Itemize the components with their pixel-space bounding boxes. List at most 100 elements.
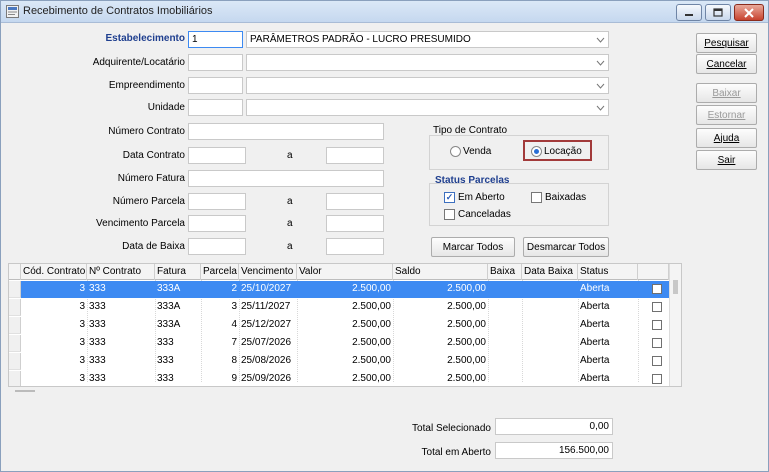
- table-row[interactable]: 3 333 333 8 25/08/2026 2.500,00 2.500,00 Aberta: [9, 353, 669, 370]
- estabelecimento-select[interactable]: PARÂMETROS PADRÃO - LUCRO PRESUMIDO: [246, 31, 609, 48]
- empreendimento-code-input[interactable]: [188, 77, 243, 94]
- unidade-select[interactable]: [246, 99, 609, 116]
- cell-data-baixa: [522, 335, 578, 352]
- table-row[interactable]: 3 333 333 9 25/09/2026 2.500,00 2.500,00 Aberta: [9, 371, 669, 386]
- cell-parcela: 3: [231, 301, 237, 312]
- cancelar-button[interactable]: Cancelar: [696, 54, 757, 74]
- row-selector[interactable]: [9, 281, 21, 298]
- numero-fatura-input[interactable]: [188, 170, 384, 187]
- radio-selected-dot: [534, 149, 539, 154]
- vencimento-parcela-to-input[interactable]: [326, 215, 384, 232]
- cell-baixa: [488, 371, 522, 386]
- cell-data-baixa: [522, 353, 578, 370]
- unidade-code-input[interactable]: [188, 99, 243, 116]
- baixar-button[interactable]: Baixar: [696, 83, 757, 103]
- data-contrato-to-input[interactable]: [326, 147, 384, 164]
- header-baixa[interactable]: Baixa: [488, 264, 522, 280]
- chevron-down-icon[interactable]: [594, 79, 607, 92]
- row-checkbox[interactable]: [652, 320, 662, 330]
- cell-status: Aberta: [580, 301, 610, 312]
- row-selector[interactable]: [9, 371, 21, 386]
- chevron-down-icon[interactable]: [594, 56, 607, 69]
- checkbox-baixadas[interactable]: Baixadas: [531, 192, 586, 203]
- checkbox-box[interactable]: [531, 192, 542, 203]
- header-valor[interactable]: Valor: [297, 264, 393, 280]
- table-row[interactable]: 3 333 333A 3 25/11/2027 2.500,00 2.500,00 Abert…: [9, 299, 669, 316]
- estabelecimento-code-input[interactable]: 1: [188, 31, 243, 48]
- estornar-button[interactable]: Estornar: [696, 105, 757, 125]
- cell-valor: 2.500,00: [352, 283, 391, 294]
- cell-num: 333: [89, 301, 106, 312]
- data-baixa-from-input[interactable]: [188, 238, 246, 255]
- cell-data-baixa: [522, 281, 578, 298]
- row-selector[interactable]: [9, 299, 21, 316]
- cell-status: Aberta: [580, 337, 610, 348]
- header-status[interactable]: Status: [578, 264, 638, 280]
- table-row[interactable]: 3 333 333A 2 25/10/2027 2.500,00 2.500,00 Abert…: [9, 281, 669, 298]
- cell-fatura: 333: [157, 373, 174, 384]
- radio-locacao[interactable]: Locação: [531, 146, 582, 157]
- cell-saldo: 2.500,00: [447, 355, 486, 366]
- pesquisar-button[interactable]: Pesquisar: [696, 33, 757, 53]
- numero-contrato-label: Número Contrato: [108, 126, 185, 137]
- row-checkbox[interactable]: [652, 302, 662, 312]
- empreendimento-select[interactable]: [246, 77, 609, 94]
- row-selector[interactable]: [9, 335, 21, 352]
- minimize-button[interactable]: [676, 4, 702, 21]
- data-baixa-to-input[interactable]: [326, 238, 384, 255]
- numero-contrato-input[interactable]: [188, 123, 384, 140]
- grid-vertical-scrollbar[interactable]: [669, 264, 681, 386]
- table-row[interactable]: 3 333 333 7 25/07/2026 2.500,00 2.500,00 Aberta: [9, 335, 669, 352]
- checkbox-box[interactable]: [444, 209, 455, 220]
- header-data-baixa[interactable]: Data Baixa: [522, 264, 578, 280]
- header-fatura[interactable]: Fatura: [155, 264, 201, 280]
- minimize-icon: [685, 13, 693, 16]
- checkbox-em-aberto[interactable]: ✓ Em Aberto: [444, 192, 505, 203]
- vencimento-parcela-from-input[interactable]: [188, 215, 246, 232]
- cell-data-baixa: [522, 317, 578, 334]
- close-button[interactable]: [734, 4, 764, 21]
- ajuda-button[interactable]: Ajuda: [696, 128, 757, 148]
- chevron-down-icon[interactable]: [594, 101, 607, 114]
- cell-valor: 2.500,00: [352, 373, 391, 384]
- marcar-todos-button[interactable]: Marcar Todos: [431, 237, 515, 257]
- radio-venda-circle[interactable]: [450, 146, 461, 157]
- desmarcar-todos-button[interactable]: Desmarcar Todos: [523, 237, 609, 257]
- table-row[interactable]: 3 333 333A 4 25/12/2027 2.500,00 2.500,00 Abert…: [9, 317, 669, 334]
- parcelas-grid[interactable]: Cód. Contrato Nº Contrato Fatura Parcela…: [8, 263, 682, 387]
- adquirente-code-input[interactable]: [188, 54, 243, 71]
- header-select: [638, 264, 669, 280]
- maximize-button[interactable]: [705, 4, 731, 21]
- row-checkbox[interactable]: [652, 338, 662, 348]
- cell-num: 333: [89, 337, 106, 348]
- grid-horizontal-scroll-marker: [15, 390, 35, 392]
- row-selector[interactable]: [9, 317, 21, 334]
- numero-parcela-to-input[interactable]: [326, 193, 384, 210]
- cell-valor: 2.500,00: [352, 319, 391, 330]
- radio-venda[interactable]: Venda: [450, 146, 491, 157]
- cell-data-baixa: [522, 371, 578, 386]
- header-cod-contrato[interactable]: Cód. Contrato: [21, 264, 87, 280]
- cell-fatura: 333A: [157, 319, 181, 330]
- check-icon[interactable]: ✓: [444, 192, 455, 203]
- header-num-contrato[interactable]: Nº Contrato: [87, 264, 155, 280]
- row-checkbox[interactable]: [652, 374, 662, 384]
- numero-parcela-label: Número Parcela: [112, 196, 185, 207]
- row-selector[interactable]: [9, 353, 21, 370]
- header-vencimento[interactable]: Vencimento: [239, 264, 297, 280]
- chevron-down-icon[interactable]: [594, 33, 607, 46]
- header-parcela[interactable]: Parcela: [201, 264, 239, 280]
- adquirente-select[interactable]: [246, 54, 609, 71]
- checkbox-canceladas[interactable]: Canceladas: [444, 209, 511, 220]
- row-checkbox[interactable]: [652, 284, 662, 294]
- data-contrato-from-input[interactable]: [188, 147, 246, 164]
- total-selecionado-field: 0,00: [495, 418, 613, 435]
- sair-button[interactable]: Sair: [696, 150, 757, 170]
- header-saldo[interactable]: Saldo: [393, 264, 488, 280]
- scrollbar-thumb[interactable]: [673, 280, 678, 294]
- data-contrato-label: Data Contrato: [122, 150, 185, 161]
- row-checkbox[interactable]: [652, 356, 662, 366]
- numero-parcela-from-input[interactable]: [188, 193, 246, 210]
- radio-locacao-circle[interactable]: [531, 146, 542, 157]
- cell-baixa: [488, 317, 522, 334]
